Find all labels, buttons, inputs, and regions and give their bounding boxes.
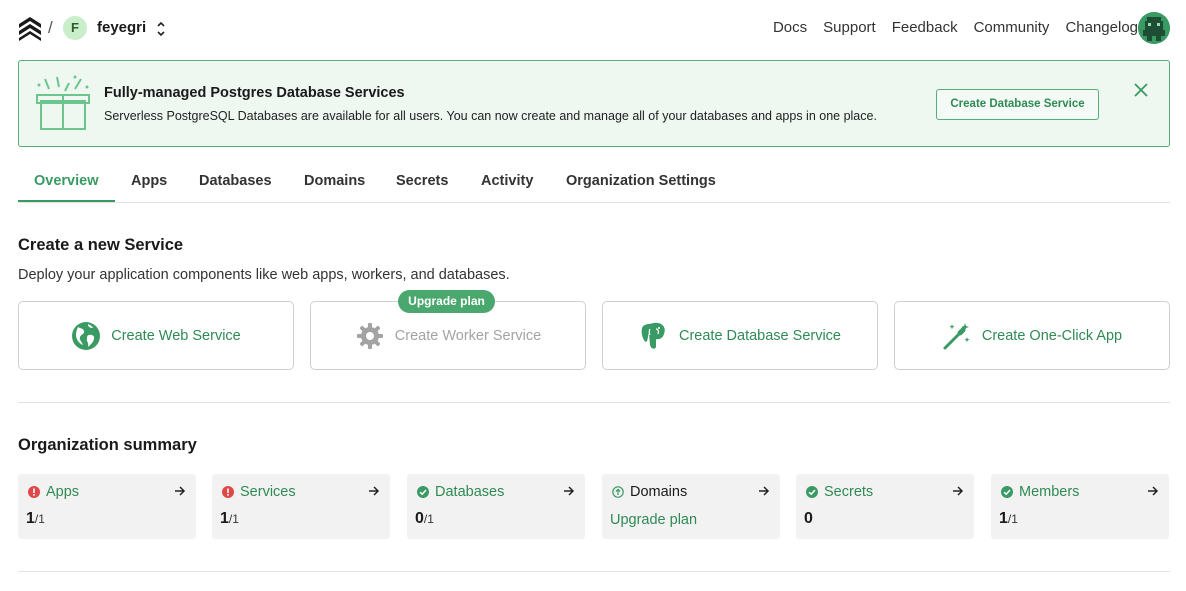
error-alert-icon [222,486,234,498]
summary-domains-upgrade-link[interactable]: Upgrade plan [610,512,697,528]
arrow-right-icon [175,486,186,496]
create-database-service-label: Create Database Service [679,327,841,344]
create-web-service-label: Create Web Service [111,327,241,344]
check-circle-icon [417,486,429,498]
create-worker-service-label: Create Worker Service [394,327,542,344]
create-database-service-card[interactable]: Create Database Service [602,301,878,370]
gear-icon [356,322,383,349]
summary-secrets-label: Secrets [824,484,874,500]
summary-card-apps[interactable]: Apps 1/1 [18,474,196,539]
org-avatar[interactable]: F [63,16,87,40]
top-bar: / F feyegri Docs Support Feedback Commun… [0,0,1186,58]
arrow-up-circle-icon [612,486,624,498]
breadcrumb-separator: / [48,18,53,37]
arrow-right-icon [953,486,964,496]
nav-community[interactable]: Community [974,19,1050,36]
create-one-click-app-label: Create One-Click App [981,327,1123,344]
section-divider [18,402,1170,403]
arrow-right-icon [564,486,575,496]
nav-changelog[interactable]: Changelog [1065,19,1138,36]
create-database-service-banner-button[interactable]: Create Database Service [936,89,1099,120]
summary-card-members[interactable]: Members 1/1 [991,474,1169,539]
summary-databases-label: Databases [435,484,505,500]
create-service-subtitle: Deploy your application components like … [18,267,510,283]
summary-members-label: Members [1019,484,1080,500]
magic-wand-icon [943,322,970,349]
nav-feedback[interactable]: Feedback [892,19,958,36]
create-web-service-card[interactable]: Create Web Service [18,301,294,370]
arrow-right-icon [1148,486,1159,496]
summary-domains-label: Domains [630,484,688,500]
tab-secrets[interactable]: Secrets [396,173,448,202]
top-nav: Docs Support Feedback Community Changelo… [757,19,1138,36]
org-tabs: Overview Apps Databases Domains Secrets … [18,165,1170,203]
summary-members-value: 1/1 [999,510,1018,527]
tab-databases[interactable]: Databases [199,173,272,202]
close-icon[interactable] [1131,80,1151,100]
summary-secrets-value: 0 [804,510,813,527]
summary-card-secrets[interactable]: Secrets 0 [796,474,974,539]
postgres-elephant-icon [641,322,665,349]
summary-databases-value: 0/1 [415,510,434,527]
chevron-up-down-icon[interactable] [155,20,167,38]
banner-description: Serverless PostgreSQL Databases are avai… [104,109,877,123]
tab-domains[interactable]: Domains [304,173,365,202]
section-divider-bottom [18,571,1170,572]
nav-support[interactable]: Support [823,19,876,36]
banner-title: Fully-managed Postgres Database Services [104,85,405,101]
summary-apps-label: Apps [46,484,80,500]
tab-organization-settings[interactable]: Organization Settings [566,173,716,202]
arrow-right-icon [369,486,380,496]
nav-docs[interactable]: Docs [773,19,807,36]
summary-card-services[interactable]: Services 1/1 [212,474,390,539]
tab-activity[interactable]: Activity [481,173,533,202]
koyeb-logo-icon[interactable] [17,15,43,41]
arrow-right-icon [759,486,770,496]
user-avatar[interactable] [1138,12,1170,44]
summary-services-label: Services [240,484,296,500]
error-alert-icon [28,486,40,498]
summary-services-value: 1/1 [220,510,239,527]
create-one-click-app-card[interactable]: Create One-Click App [894,301,1170,370]
create-service-title: Create a new Service [18,236,184,254]
organization-summary-title: Organization summary [18,436,197,454]
postgres-announcement-banner: Fully-managed Postgres Database Services… [18,60,1170,147]
summary-apps-value: 1/1 [26,510,45,527]
org-name[interactable]: feyegri [97,19,146,36]
summary-card-domains[interactable]: Domains Upgrade plan [602,474,780,539]
tab-overview[interactable]: Overview [18,173,115,202]
check-circle-icon [806,486,818,498]
check-circle-icon [1001,486,1013,498]
gift-box-illustration-icon [36,75,90,130]
globe-icon [72,321,101,350]
tab-apps[interactable]: Apps [131,173,167,202]
upgrade-plan-badge[interactable]: Upgrade plan [398,290,495,313]
summary-card-databases[interactable]: Databases 0/1 [407,474,585,539]
